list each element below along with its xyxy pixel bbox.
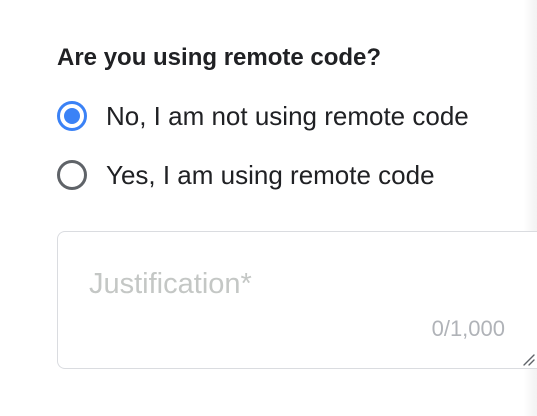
remote-code-form: Are you using remote code? No, I am not …: [0, 0, 537, 416]
radio-option-not-using-remote-code[interactable]: No, I am not using remote code: [57, 98, 469, 134]
justification-placeholder: Justification*: [89, 268, 252, 300]
character-counter: 0/1,000: [431, 316, 505, 341]
radio-unchecked-icon[interactable]: [57, 160, 87, 190]
radio-label-not-using: No, I am not using remote code: [106, 100, 469, 131]
question-title: Are you using remote code?: [57, 44, 382, 71]
radio-option-using-remote-code[interactable]: Yes, I am using remote code: [57, 157, 435, 193]
radio-label-using: Yes, I am using remote code: [106, 159, 435, 190]
radio-checked-icon[interactable]: [57, 101, 87, 131]
justification-textarea[interactable]: Justification* 0/1,000: [57, 231, 537, 369]
resize-grip-icon[interactable]: [521, 352, 535, 366]
